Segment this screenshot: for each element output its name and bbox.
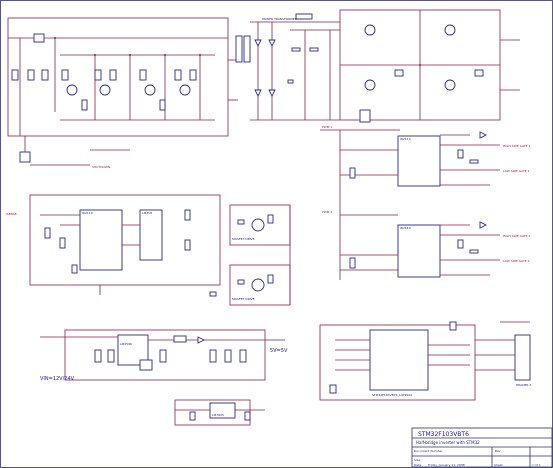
output-bridge: [339, 9, 520, 123]
transformer-label: POWER TRANSFORMER: [262, 17, 297, 21]
pwm-2-label: PWM 2: [322, 210, 332, 214]
title-text: STM32F103VBT6: [418, 431, 469, 438]
date-label: Date:: [414, 463, 422, 467]
primary-switch-bank: [7, 17, 238, 166]
doc-number-label: Document Number: [414, 449, 443, 453]
gate-driver-b: [340, 214, 500, 278]
gate-hi-2-label: HIGH SIDE GATE 2: [503, 234, 530, 238]
vout-label: 5V=5V: [270, 348, 288, 354]
stage-b-label: MOSFET DRIVE: [232, 297, 255, 301]
sheet-value: 1 of 1: [532, 463, 541, 467]
controller-ic: [29, 194, 221, 297]
isense-label: ISENSE: [6, 212, 17, 216]
mcu: [319, 321, 531, 401]
transformer-and-rectifier: [235, 13, 340, 121]
subtitle-text: Half-bridge inverter with STM32: [416, 440, 480, 445]
size-label: Size: [414, 458, 420, 462]
power-supply: [40, 329, 285, 381]
mcu-label: STM32F103VBT6_LQFP100: [372, 393, 412, 397]
controller-label: IR2110: [82, 211, 93, 215]
date-value: Friday, January 11, 2008: [428, 463, 465, 467]
isolation-stages: [229, 204, 291, 306]
regulator-label: LM2596: [120, 342, 132, 346]
gate-lo-2-label: LOW SIDE GATE 2: [503, 259, 530, 263]
vin-label: VIN=12V/24V: [40, 376, 75, 382]
schematic-drawing: STM32F103VBT6 Half-bridge inverter with …: [0, 0, 553, 468]
driver-b-label: IR2110: [400, 226, 411, 230]
shutdown-label: SHUTDOWN: [92, 165, 110, 169]
opamp-label: LM358: [142, 211, 152, 215]
pwm-1-label: PWM 1: [322, 125, 332, 129]
stage-a-label: MOSFET DRIVE: [232, 237, 255, 241]
rev-label: Rev: [495, 449, 501, 453]
lm7805-label: LM7805: [212, 413, 224, 417]
sheet-label: Sheet: [494, 463, 503, 467]
driver-a-label: IR2110: [400, 137, 411, 141]
gate-hi-1-label: HIGH SIDE GATE 1: [503, 144, 530, 148]
schematic-sheet: STM32F103VBT6 Half-bridge inverter with …: [0, 0, 553, 468]
header-label: HEADER 5: [516, 383, 531, 387]
gate-lo-1-label: LOW SIDE GATE 1: [503, 169, 530, 173]
